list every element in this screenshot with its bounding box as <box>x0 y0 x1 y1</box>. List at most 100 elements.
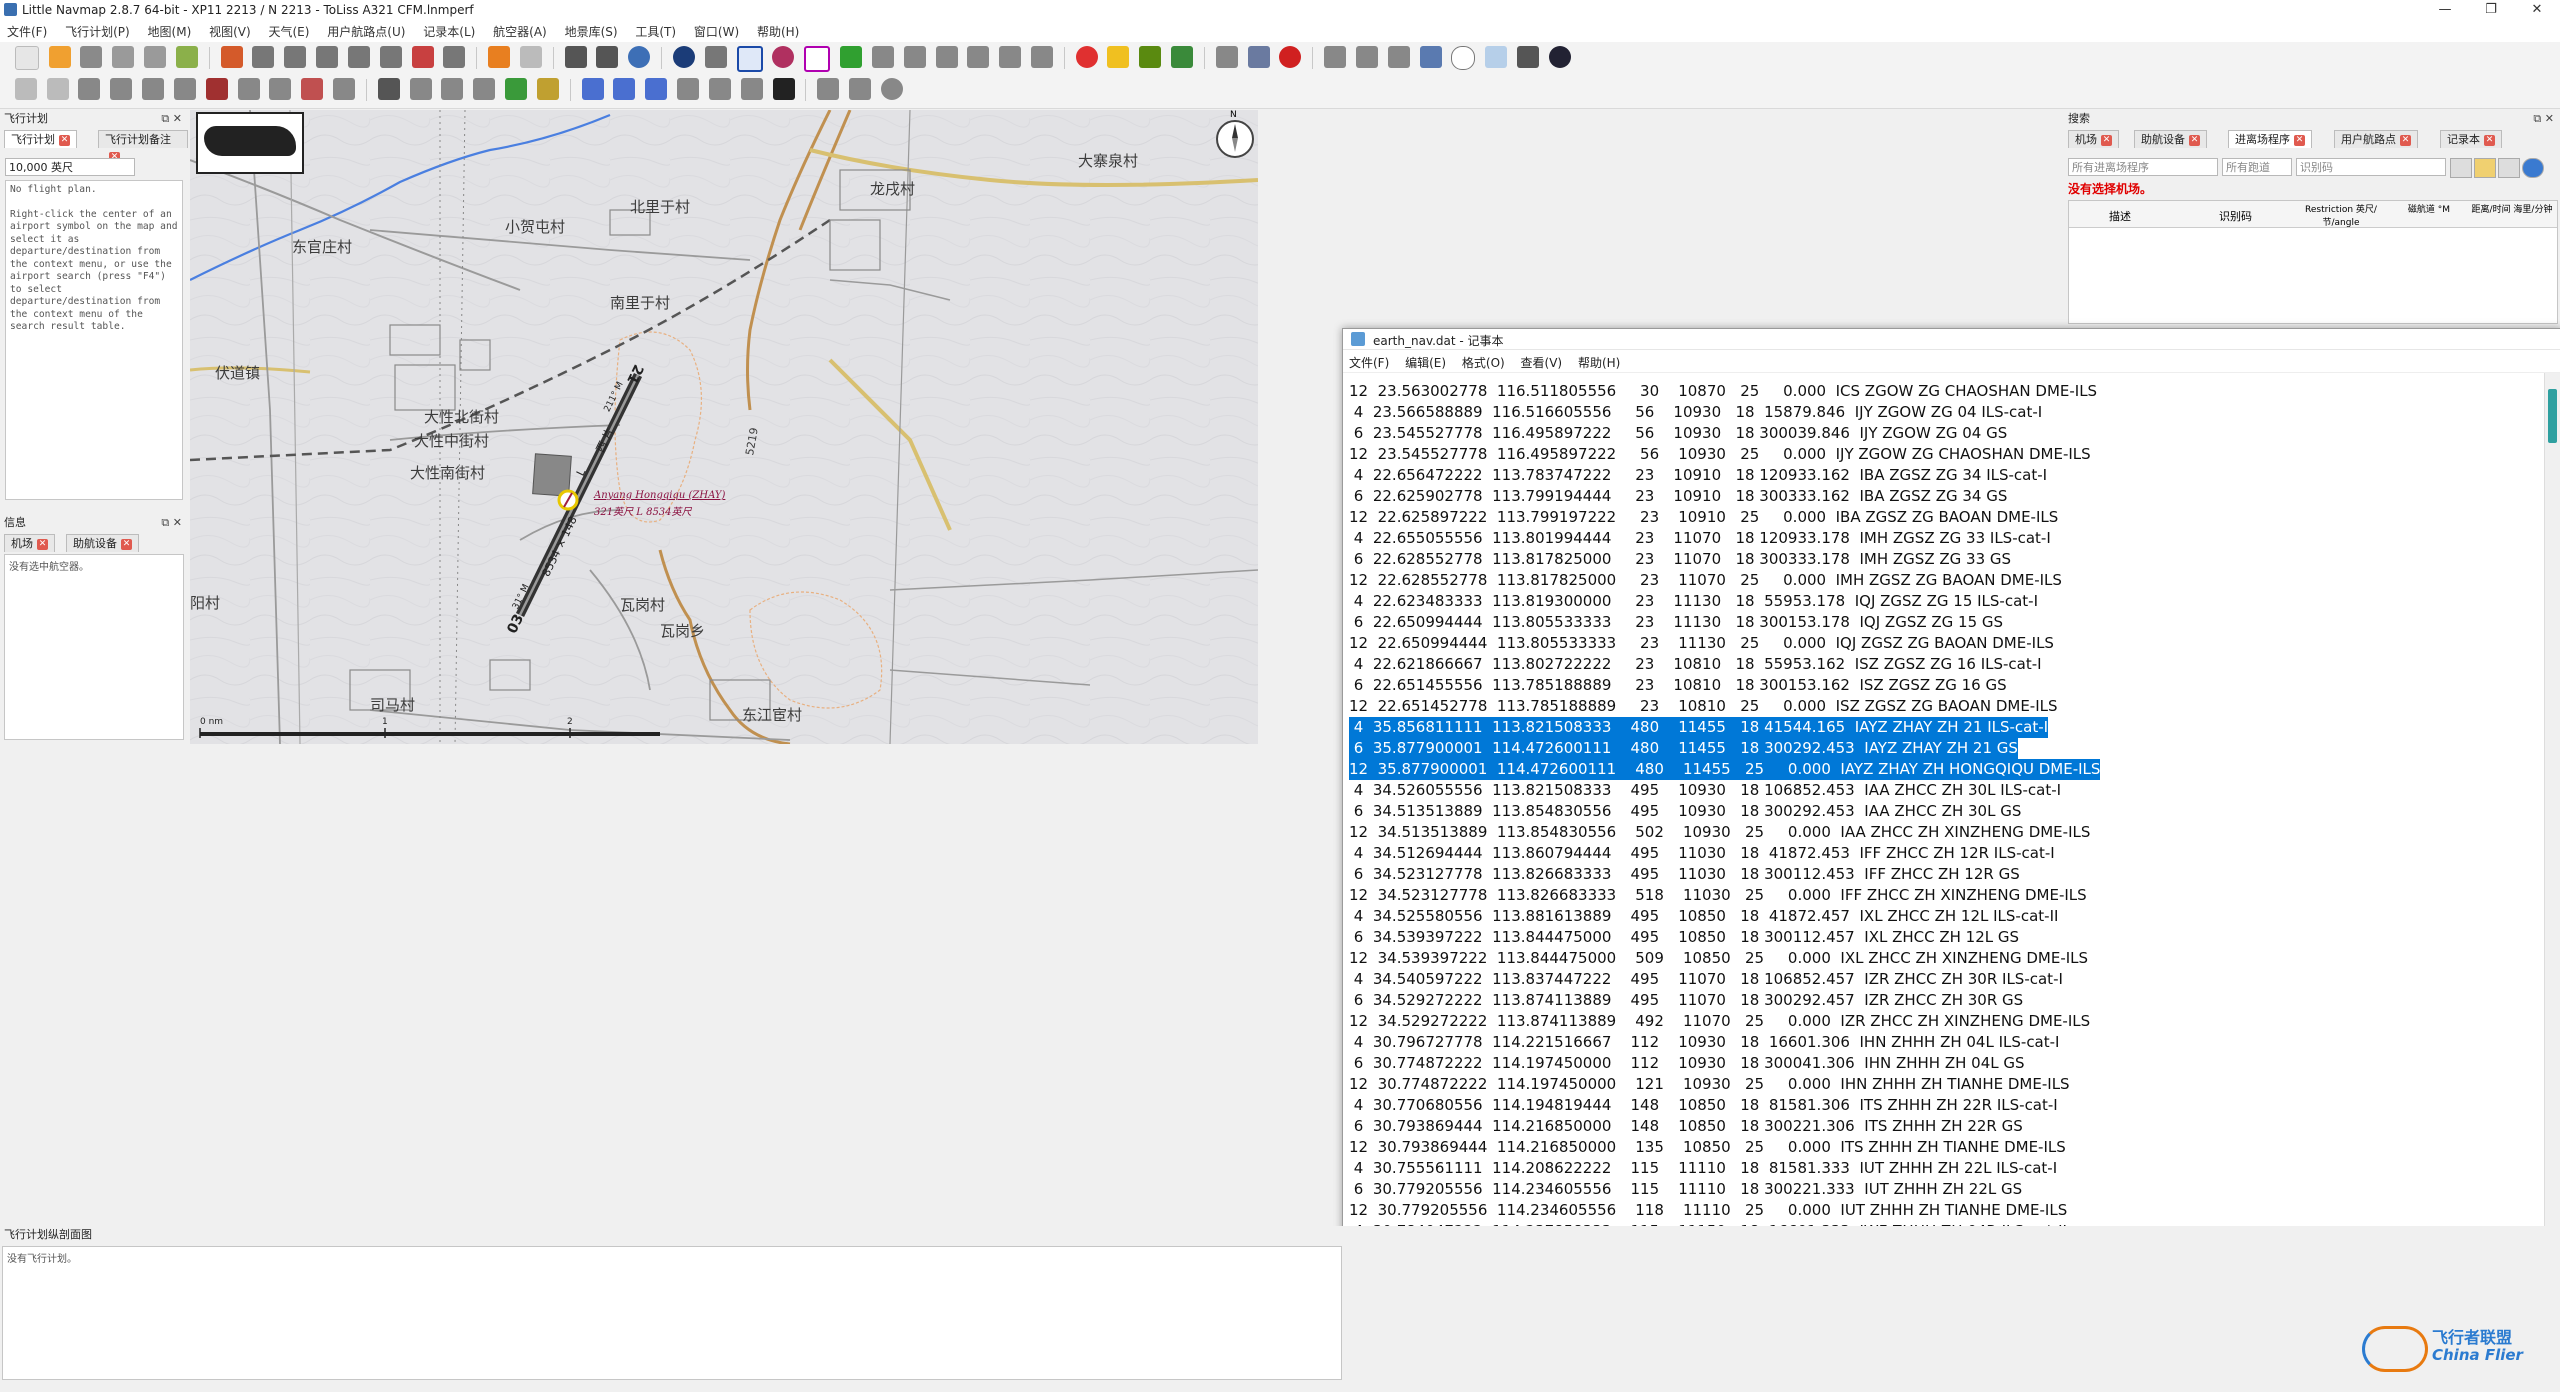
close-icon[interactable]: ✕ <box>2294 134 2305 146</box>
notepad-window[interactable]: earth_nav.dat - 记事本 文件(F) 编辑(E) 格式(O) 查看… <box>1342 328 2560 1346</box>
column-distance[interactable]: 距离/时间 海里/分钟 <box>2469 202 2555 215</box>
notepad-line[interactable]: 6 22.651455556 113.785188889 23 10810 18… <box>1349 675 2007 696</box>
notepad-scrollbar-thumb[interactable] <box>2548 389 2557 443</box>
fullscreen-icon[interactable] <box>347 46 370 68</box>
home-icon[interactable] <box>220 46 243 68</box>
close-icon[interactable]: ✕ <box>2400 134 2411 146</box>
tab-flightplan-remarks[interactable]: 飞行计划备注✕ <box>98 130 188 163</box>
tab-search-userpoints[interactable]: 用户航路点 ✕ <box>2334 130 2418 148</box>
info-icon[interactable] <box>817 78 840 100</box>
notepad-line[interactable]: 12 34.513513889 113.854830556 502 10930 … <box>1349 822 2090 843</box>
airway-icon[interactable] <box>840 46 863 68</box>
delete-icon[interactable] <box>205 78 228 100</box>
panel-float-close-icon[interactable]: ⧉ ✕ <box>161 514 182 532</box>
star-icon[interactable] <box>1107 46 1130 68</box>
no-entry-icon[interactable] <box>1279 46 1302 68</box>
help-icon[interactable] <box>2522 158 2544 178</box>
notepad-line[interactable]: 12 34.523127778 113.826683333 518 11030 … <box>1349 885 2087 906</box>
search-logbook-icon[interactable] <box>708 78 731 100</box>
notepad-scrollbar[interactable] <box>2544 373 2560 1345</box>
notepad-title-bar[interactable]: earth_nav.dat - 记事本 <box>1343 329 2560 350</box>
wind-icon[interactable] <box>1517 46 1540 68</box>
airplane-ai-icon[interactable] <box>1355 46 1378 68</box>
notepad-line[interactable]: 4 22.656472222 113.783747222 23 10910 18… <box>1349 465 2047 486</box>
target-icon[interactable] <box>1075 46 1098 68</box>
search-navaid-icon[interactable] <box>613 78 636 100</box>
text-icon[interactable] <box>1030 46 1053 68</box>
close-icon[interactable]: ✕ <box>59 134 70 146</box>
airspace-icon[interactable] <box>1419 46 1442 68</box>
menu-view[interactable]: 视图(V) <box>202 20 258 40</box>
close-icon[interactable]: ✕ <box>2101 134 2112 146</box>
notepad-line[interactable]: 6 22.625902778 113.799194444 23 10910 18… <box>1349 486 2008 507</box>
menu-help[interactable]: 帮助(H) <box>750 20 806 40</box>
adjust-alt-icon[interactable] <box>142 78 165 100</box>
notepad-line[interactable]: 12 22.628552778 113.817825000 23 11070 2… <box>1349 570 2062 591</box>
search-airport-icon[interactable] <box>581 78 604 100</box>
select-icon[interactable] <box>269 78 292 100</box>
notepad-line[interactable]: 12 34.529272222 113.874113889 492 11070 … <box>1349 1011 2090 1032</box>
user-track-icon[interactable] <box>1139 46 1162 68</box>
close-icon[interactable]: ✕ <box>2484 134 2495 146</box>
column-ident[interactable]: 识别码 <box>2219 208 2252 224</box>
minimize-button[interactable]: — <box>2422 0 2468 20</box>
compass-icon[interactable]: N <box>1216 110 1254 158</box>
direct-icon[interactable] <box>333 78 356 100</box>
overview-map[interactable] <box>196 112 304 174</box>
tab-search-airport[interactable]: 机场 ✕ <box>2068 130 2119 148</box>
close-button[interactable]: ✕ <box>2514 0 2560 20</box>
notepad-line[interactable]: 12 22.625897222 113.799197222 23 10910 2… <box>1349 507 2058 528</box>
measure-icon[interactable] <box>564 46 587 68</box>
search-online-icon[interactable] <box>740 78 763 100</box>
settings-icon[interactable] <box>880 78 903 100</box>
tab-search-navaid[interactable]: 助航设备 ✕ <box>2134 130 2207 148</box>
close-icon[interactable]: ✕ <box>121 538 132 550</box>
userpoint-icon[interactable] <box>519 46 542 68</box>
map-canvas[interactable] <box>190 110 1258 744</box>
notepad-line[interactable]: 12 23.545527778 116.495897222 56 10930 2… <box>1349 444 2091 465</box>
close-icon[interactable]: ✕ <box>2189 134 2200 146</box>
notepad-line[interactable]: 6 34.539397222 113.844475000 495 10850 1… <box>1349 927 2019 948</box>
airport-name-label[interactable]: Anyang Hongqiqu (ZHAY) <box>594 490 725 501</box>
notepad-menu-edit[interactable]: 编辑(E) <box>1399 350 1452 371</box>
logbook-icon[interactable] <box>488 46 511 68</box>
notepad-line[interactable]: 4 23.566588889 116.516605556 56 10930 18… <box>1349 402 2042 423</box>
search-procedure-icon[interactable] <box>645 78 668 100</box>
undo-icon[interactable] <box>14 78 37 100</box>
panel-float-close-icon[interactable]: ⧉ ✕ <box>161 110 182 128</box>
filter-icon[interactable] <box>2474 158 2496 178</box>
open-icon[interactable] <box>48 46 71 68</box>
runway-select[interactable]: 所有跑道 <box>2222 158 2292 176</box>
forward-icon[interactable] <box>316 46 339 68</box>
grid-icon[interactable] <box>596 46 619 68</box>
notepad-line[interactable]: 4 34.540597222 113.837447222 495 11070 1… <box>1349 969 2063 990</box>
ai-aircraft-icon[interactable] <box>1247 46 1270 68</box>
notepad-line[interactable]: 6 22.650994444 113.805533333 23 11130 18… <box>1349 612 2003 633</box>
aircraft-icon[interactable] <box>1215 46 1238 68</box>
menu-icon[interactable] <box>2498 158 2520 178</box>
new-plan-icon[interactable] <box>14 46 39 70</box>
notepad-line[interactable]: 6 34.529272222 113.874113889 495 11070 1… <box>1349 990 2023 1011</box>
calc-icon[interactable] <box>78 78 101 100</box>
tab-search-logbook[interactable]: 记录本 ✕ <box>2440 130 2502 148</box>
panel-float-close-icon[interactable]: ⧉ ✕ <box>2533 110 2554 128</box>
route-icon[interactable] <box>379 46 402 68</box>
vor-icon[interactable] <box>736 46 763 72</box>
notepad-line[interactable]: 12 30.779205556 114.234605556 118 11110 … <box>1349 1200 2067 1221</box>
notepad-menu-help[interactable]: 帮助(H) <box>1572 350 1626 371</box>
aircraft-info-icon[interactable] <box>772 78 795 100</box>
notepad-line[interactable]: 4 22.623483333 113.819300000 23 11130 18… <box>1349 591 2038 612</box>
tab-airport[interactable]: 机场 ✕ <box>4 534 55 552</box>
menu-file[interactable]: 文件(F) <box>0 20 54 40</box>
tab-flightplan[interactable]: 飞行计划 ✕ <box>4 130 77 148</box>
notepad-menu-file[interactable]: 文件(F) <box>1343 350 1395 371</box>
notepad-line[interactable]: 4 35.856811111 113.821508333 480 11455 1… <box>1349 717 2049 738</box>
zoom-icon[interactable] <box>409 78 432 100</box>
notepad-line[interactable]: 6 34.513513889 113.854830556 495 10930 1… <box>1349 801 2022 822</box>
notepad-line[interactable]: 4 34.512694444 113.860794444 495 11030 1… <box>1349 843 2055 864</box>
menu-logbook[interactable]: 记录本(L) <box>416 20 482 40</box>
notepad-line[interactable]: 6 35.877900001 114.472600111 480 11455 1… <box>1349 738 2018 759</box>
ndb-icon[interactable] <box>772 46 795 68</box>
notepad-line[interactable]: 12 35.877900001 114.472600111 480 11455 … <box>1349 759 2101 780</box>
reload-icon[interactable] <box>175 46 198 68</box>
